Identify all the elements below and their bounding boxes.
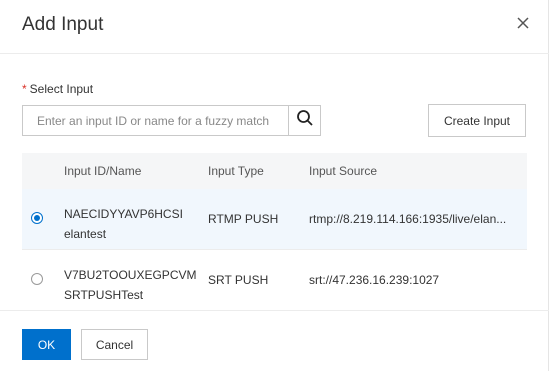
input-name: elantest — [64, 227, 107, 241]
search-button[interactable] — [288, 106, 320, 135]
input-id: NAECIDYYAVP6HCSI — [64, 207, 183, 221]
column-header-source: Input Source — [309, 164, 378, 178]
input-source-cell: rtmp://8.219.114.166:1935/live/elan... — [309, 212, 507, 226]
close-icon[interactable] — [515, 15, 531, 31]
search-box — [22, 105, 321, 136]
cancel-button[interactable]: Cancel — [81, 329, 148, 360]
table-header: Input ID/Name Input Type Input Source — [22, 153, 527, 189]
ok-button[interactable]: OK — [22, 329, 71, 360]
create-input-button[interactable]: Create Input — [428, 104, 526, 137]
input-name: SRTPUSHTest — [64, 288, 144, 302]
row-radio[interactable] — [31, 273, 43, 285]
input-id-name-cell: V7BU2TOOUXEGPCVM SRTPUSHTest — [64, 265, 196, 305]
table-row[interactable]: V7BU2TOOUXEGPCVM SRTPUSHTest SRT PUSH sr… — [22, 250, 527, 311]
row-radio[interactable] — [31, 212, 43, 224]
dialog-header: Add Input — [0, 0, 549, 54]
input-type-cell: SRT PUSH — [208, 273, 269, 287]
dialog-title: Add Input — [22, 14, 104, 35]
column-header-type: Input Type — [208, 164, 264, 178]
search-input[interactable] — [23, 106, 288, 135]
input-source-cell: srt://47.236.16.239:1027 — [309, 273, 440, 287]
input-type-cell: RTMP PUSH — [208, 212, 279, 226]
table-row[interactable]: NAECIDYYAVP6HCSI elantest RTMP PUSH rtmp… — [22, 189, 527, 250]
input-id: V7BU2TOOUXEGPCVM — [64, 268, 197, 282]
column-header-id-name: Input ID/Name — [64, 164, 142, 178]
input-id-name-cell: NAECIDYYAVP6HCSI elantest — [64, 204, 183, 244]
required-mark: * — [22, 82, 27, 96]
select-input-label-text: Select Input — [29, 82, 94, 96]
add-input-dialog: Add Input *Select Input Create Input Inp… — [0, 0, 549, 371]
search-icon — [296, 109, 314, 132]
select-input-label: * Select Input — [22, 82, 93, 96]
input-table: Input ID/Name Input Type Input Source NA… — [22, 153, 527, 311]
dialog-footer: OK Cancel — [0, 310, 549, 371]
